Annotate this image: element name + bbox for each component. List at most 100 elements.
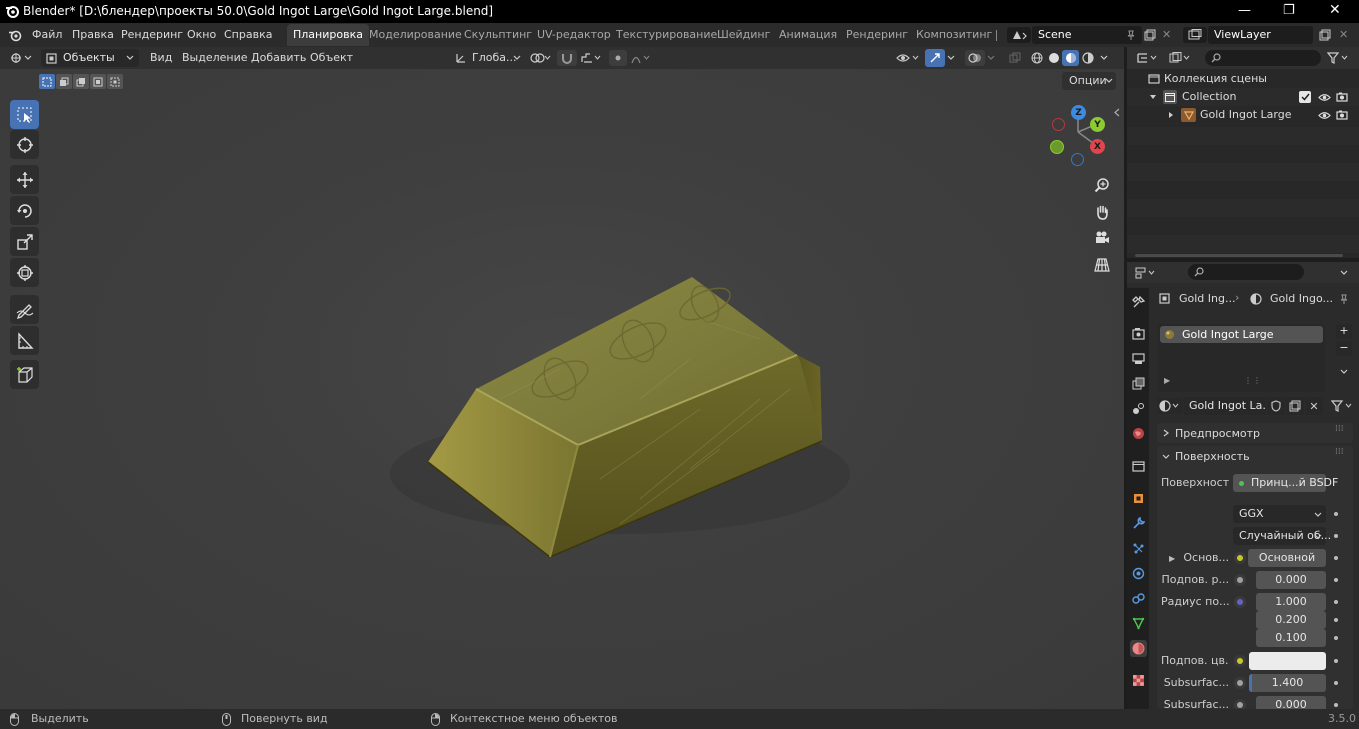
- maximize-button[interactable]: ❐: [1283, 3, 1295, 18]
- zoom-icon[interactable]: [1090, 173, 1114, 197]
- perspective-grid-icon[interactable]: [1090, 253, 1114, 277]
- gizmo-z-axis[interactable]: Z: [1071, 105, 1086, 120]
- gizmo-x-axis[interactable]: X: [1090, 139, 1105, 154]
- pivot-point-icon[interactable]: [528, 50, 552, 66]
- tab-sculpting[interactable]: Скульптинг: [458, 24, 538, 46]
- checkbox-icon[interactable]: [1299, 91, 1311, 103]
- eye-icon[interactable]: [1317, 90, 1331, 104]
- 3d-viewport[interactable]: Z Y X Опции: [0, 69, 1124, 709]
- data-tab-icon[interactable]: [1130, 615, 1147, 632]
- keyframe-dot[interactable]: [1334, 618, 1338, 622]
- view-layer-tab-icon[interactable]: [1130, 375, 1147, 392]
- tab-compositing[interactable]: Композитинг: [910, 24, 998, 46]
- list-resize-handle[interactable]: ⋮⋮: [1244, 376, 1262, 385]
- base-color-link-field[interactable]: Основной цвет: [1248, 549, 1326, 582]
- tab-rendering[interactable]: Рендеринг: [840, 24, 914, 46]
- eye-icon[interactable]: [1317, 108, 1331, 122]
- subsurface-method-dropdown[interactable]: Случайный об...: [1233, 527, 1331, 545]
- drag-handle-icon[interactable]: ⁞⁞⁞: [1335, 447, 1344, 457]
- collection-tab-icon[interactable]: [1130, 458, 1147, 475]
- wireframe-shading-icon[interactable]: [1028, 50, 1045, 66]
- preview-panel-header[interactable]: Предпросмотр ⁞⁞⁞: [1157, 423, 1353, 443]
- camera-render-icon[interactable]: [1335, 108, 1349, 122]
- expand-arrow-icon[interactable]: [1166, 110, 1176, 120]
- particles-tab-icon[interactable]: [1130, 540, 1147, 557]
- subsurface-weight-field[interactable]: 0.000: [1256, 571, 1326, 589]
- new-scene-icon[interactable]: [1143, 28, 1157, 42]
- pan-hand-icon[interactable]: [1090, 200, 1114, 224]
- menu-help[interactable]: Справка: [224, 28, 272, 41]
- menu-select[interactable]: Выделение: [182, 51, 248, 64]
- menu-file[interactable]: Файл: [32, 28, 62, 41]
- base-color-socket-icon[interactable]: [1234, 552, 1246, 564]
- modifier-tab-icon[interactable]: [1130, 515, 1147, 532]
- surface-panel-title[interactable]: Поверхность: [1175, 450, 1250, 463]
- options-dropdown[interactable]: Опции: [1062, 72, 1116, 90]
- render-tab-icon[interactable]: [1130, 325, 1147, 342]
- outliner-scrollbar[interactable]: [1135, 254, 1343, 257]
- subsurface-anisotropy-field[interactable]: 0.000: [1256, 696, 1326, 709]
- texture-tab-icon[interactable]: [1130, 672, 1147, 689]
- keyframe-dot[interactable]: [1334, 659, 1338, 663]
- material-browse-icon[interactable]: [1157, 398, 1183, 414]
- vector-socket-icon[interactable]: [1234, 596, 1246, 608]
- new-view-layer-icon[interactable]: [1318, 28, 1332, 42]
- world-tab-icon[interactable]: [1130, 425, 1147, 442]
- object-label[interactable]: Gold Ingot Large: [1200, 108, 1291, 121]
- grey-socket-icon[interactable]: [1234, 677, 1246, 689]
- display-mode-icon[interactable]: [1167, 50, 1193, 66]
- outliner-search-input[interactable]: [1205, 50, 1321, 66]
- grey-socket-icon[interactable]: [1234, 574, 1246, 586]
- overlays-icon[interactable]: [965, 50, 985, 66]
- chevron-down-icon[interactable]: [986, 53, 996, 63]
- menu-window[interactable]: Окно: [187, 28, 216, 41]
- subsurface-radius-x-field[interactable]: 1.000: [1256, 593, 1326, 611]
- subsurface-radius-z-field[interactable]: 0.100: [1256, 629, 1326, 647]
- keyframe-dot[interactable]: [1334, 512, 1338, 516]
- object-tab-icon[interactable]: [1130, 490, 1147, 507]
- menu-add[interactable]: Добавить: [251, 51, 306, 64]
- tab-modeling[interactable]: Моделирование: [363, 24, 468, 46]
- keyframe-dot[interactable]: [1334, 534, 1338, 538]
- add-slot-button[interactable]: +: [1336, 324, 1352, 339]
- solid-shading-icon[interactable]: [1045, 50, 1062, 66]
- chevron-down-icon[interactable]: [1338, 366, 1350, 378]
- menu-object[interactable]: Объект: [310, 51, 353, 64]
- gizmo-toggle-icon[interactable]: [925, 49, 945, 67]
- view-layer-field[interactable]: ViewLayer: [1208, 26, 1313, 44]
- menu-view[interactable]: Вид: [150, 51, 172, 64]
- scene-collection-label[interactable]: Коллекция сцены: [1164, 72, 1267, 85]
- chevron-down-icon[interactable]: [946, 53, 956, 63]
- remove-slot-button[interactable]: −: [1336, 341, 1352, 356]
- expand-arrow-icon[interactable]: ▶: [1169, 554, 1175, 563]
- chevron-down-icon[interactable]: [1339, 268, 1349, 278]
- keyframe-dot[interactable]: [1334, 681, 1338, 685]
- filter-icon[interactable]: [1325, 50, 1351, 66]
- fake-user-shield-icon[interactable]: [1267, 397, 1285, 415]
- falloff-icon[interactable]: [629, 50, 653, 66]
- keyframe-dot[interactable]: [1334, 703, 1338, 707]
- node-link-icon[interactable]: [1329, 398, 1355, 414]
- xray-icon[interactable]: [1006, 50, 1024, 66]
- output-tab-icon[interactable]: [1130, 350, 1147, 367]
- scene-icon[interactable]: [1007, 27, 1031, 43]
- keyframe-dot[interactable]: [1334, 578, 1338, 582]
- chevron-down-icon[interactable]: [1099, 53, 1109, 63]
- mode-dropdown[interactable]: Объекты: [41, 49, 139, 67]
- sidebar-toggle-icon[interactable]: [1112, 105, 1122, 119]
- blender-menu-icon[interactable]: [8, 28, 22, 42]
- gizmo-neg-y-axis[interactable]: [1050, 140, 1064, 154]
- keyframe-dot[interactable]: [1334, 600, 1338, 604]
- snap-icon[interactable]: [557, 50, 577, 66]
- tab-uv-editing[interactable]: UV-редактор: [531, 24, 617, 46]
- minimize-button[interactable]: —: [1238, 3, 1251, 18]
- expand-arrow-icon[interactable]: [1148, 92, 1158, 102]
- keyframe-dot[interactable]: [1334, 556, 1338, 560]
- distribution-dropdown[interactable]: GGX: [1233, 505, 1326, 523]
- delete-scene-icon[interactable]: ✕: [1162, 28, 1171, 41]
- tab-layout[interactable]: Планировка: [287, 24, 369, 46]
- properties-editor-icon[interactable]: [1133, 265, 1159, 281]
- material-slot-item[interactable]: Gold Ingot Large: [1160, 326, 1323, 343]
- scene-field[interactable]: Scene: [1032, 26, 1142, 44]
- camera-view-icon[interactable]: [1090, 226, 1114, 250]
